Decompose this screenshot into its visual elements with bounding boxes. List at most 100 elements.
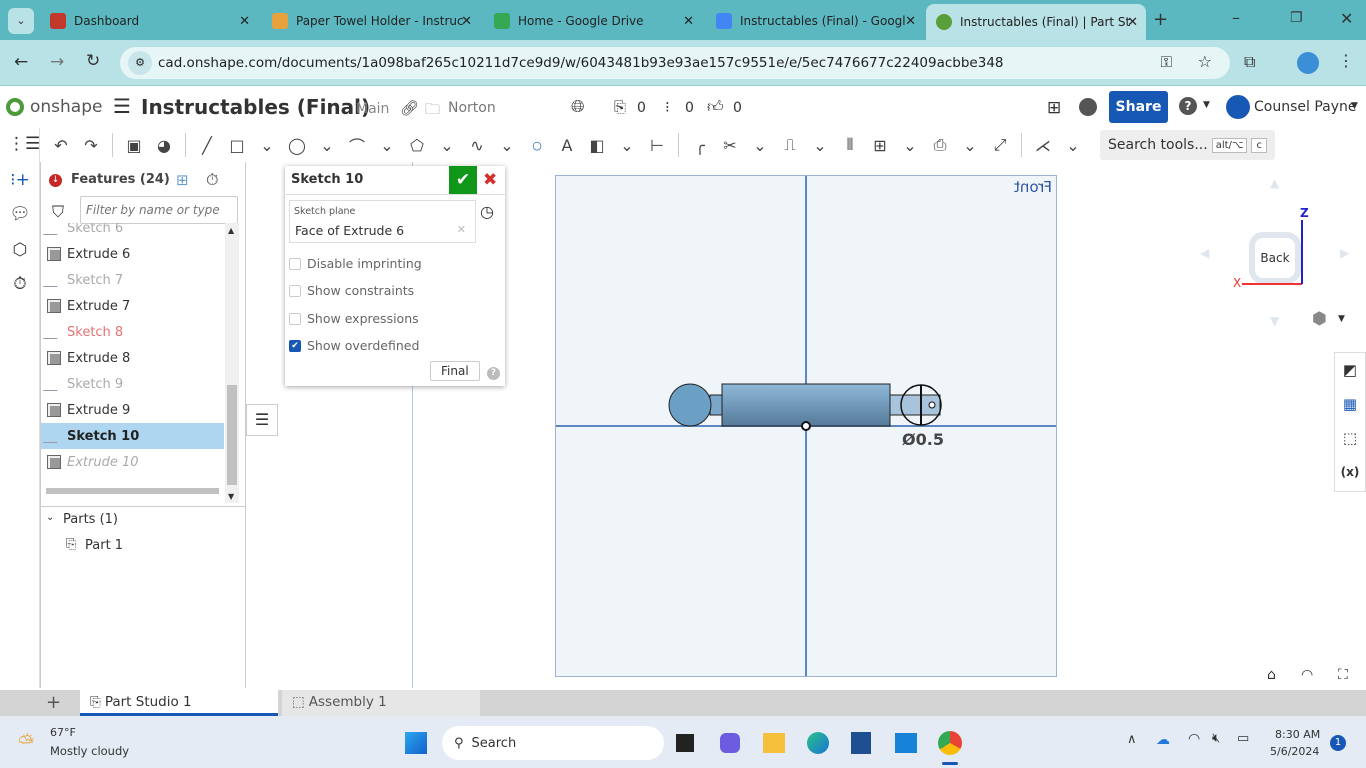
clock-time[interactable]: 8:30 AM [1275, 728, 1320, 741]
chevron-down-icon[interactable]: ⌄ [1060, 136, 1086, 155]
search-tools-input[interactable]: Search tools... alt/⌥ c [1100, 130, 1275, 160]
onshape-logo-text[interactable]: onshape [30, 97, 102, 117]
rotate-up-icon[interactable]: ▲ [1270, 176, 1279, 190]
sketch-plane-field[interactable]: Sketch plane Face of Extrude 6 ✕ [289, 200, 476, 243]
teams-icon[interactable] [720, 733, 740, 753]
chevron-down-icon[interactable]: ⌄ [374, 136, 400, 155]
browser-tab-active[interactable]: Instructables (Final) | Part St ✕ [926, 4, 1146, 40]
feature-item[interactable]: Extrude 8 [41, 345, 224, 371]
chrome-icon[interactable] [938, 731, 962, 755]
show-hidden-icons[interactable]: ∧ [1127, 732, 1137, 747]
edge-icon[interactable] [807, 732, 829, 754]
close-tab-icon[interactable]: ✕ [461, 14, 472, 29]
diameter-dimension[interactable]: Ø0.5 [902, 430, 944, 449]
view-mode-cube-icon[interactable]: ⬢ [1312, 309, 1327, 329]
taskbar-search[interactable]: ⚲ Search [442, 726, 664, 760]
minimize-icon[interactable]: – [1232, 8, 1240, 27]
circle-tool-icon[interactable]: ◯ [284, 136, 310, 155]
extrude-tool-icon[interactable]: ▣ [121, 136, 147, 155]
chevron-down-icon[interactable]: ⌄ [494, 136, 520, 155]
rotate-down-icon[interactable]: ▼ [1270, 314, 1279, 328]
browser-tab[interactable]: Paper Towel Holder - Instruc ✕ [262, 6, 480, 36]
restore-icon[interactable]: ❐ [1290, 10, 1303, 26]
chevron-down-icon[interactable]: ▼ [1351, 101, 1358, 111]
chevron-down-icon[interactable]: ▼ [1338, 314, 1345, 324]
app-store-icon[interactable]: ⊞ [1047, 98, 1061, 118]
show-constraints-checkbox[interactable]: Show constraints [289, 283, 414, 298]
appearance-icon[interactable]: ◩ [1335, 353, 1365, 387]
view-cube[interactable]: Back [1249, 232, 1301, 284]
cancel-x-button[interactable]: ✖ [483, 170, 497, 190]
mail-icon[interactable] [895, 733, 917, 753]
spline-tool-icon[interactable]: ∿ [464, 136, 490, 155]
chevron-down-icon[interactable]: ⌄ [46, 512, 54, 523]
tab-part-studio-1[interactable]: ⎘ Part Studio 1 [80, 690, 278, 716]
folder-name[interactable]: Norton [448, 100, 496, 116]
part-item[interactable]: Part 1 [85, 538, 123, 553]
undo-icon[interactable]: ↶ [48, 136, 74, 155]
close-window-icon[interactable]: ✕ [1340, 9, 1353, 28]
tab-assembly-1[interactable]: ⬚ Assembly 1 [282, 690, 480, 716]
workspace-branch[interactable]: Main [356, 101, 389, 117]
chevron-down-icon[interactable]: ▼ [1203, 100, 1210, 110]
feature-list-icon[interactable]: ⋮☰ [8, 134, 40, 158]
trim-tool-icon[interactable]: ✂ [717, 136, 743, 155]
help-icon[interactable]: ? [487, 367, 500, 380]
offset-tool-icon[interactable]: ⎍ [777, 135, 803, 155]
close-tab-icon[interactable]: ✕ [683, 14, 694, 29]
tab-search-button[interactable]: ⌄ [8, 8, 34, 34]
line-tool-icon[interactable]: ╱ [194, 136, 220, 155]
onedrive-icon[interactable]: ☁ [1156, 732, 1170, 748]
close-tab-icon[interactable]: ✕ [1127, 15, 1138, 30]
weather-temp[interactable]: 67°F [50, 726, 76, 739]
sketch-point[interactable] [928, 401, 936, 409]
globe-icon[interactable]: 🌐︎ [571, 97, 585, 117]
chevron-down-icon[interactable]: ⌄ [614, 136, 640, 155]
text-tool-icon[interactable]: A [554, 136, 580, 155]
accept-checkmark-button[interactable]: ✔ [449, 166, 477, 194]
chevron-down-icon[interactable]: ⌄ [957, 136, 983, 155]
feature-item[interactable]: Sketch 7 [41, 267, 224, 293]
final-button[interactable]: Final [430, 361, 480, 381]
insert-variable-icon[interactable]: ⁝+ [8, 170, 32, 194]
password-key-icon[interactable]: ⚿ [1161, 53, 1172, 71]
history-clock-icon[interactable]: ◷ [480, 202, 494, 221]
section-view-icon[interactable]: ⌂ [1267, 667, 1276, 683]
rotate-right-icon[interactable]: ▶ [1340, 246, 1349, 260]
clear-icon[interactable]: ✕ [457, 223, 466, 236]
feature-list-scrollbar[interactable]: ▲ ▼ [225, 223, 239, 503]
parts-properties-icon[interactable]: ⬡ [8, 240, 32, 264]
new-tab-icon[interactable]: + [1153, 9, 1168, 30]
fillet-tool-icon[interactable]: ╭ [687, 136, 713, 155]
like-icon[interactable]: 👍︎ [707, 97, 724, 117]
browser-tab[interactable]: Dashboard ✕ [40, 6, 258, 36]
filter-icon[interactable]: ⛉ [52, 202, 64, 222]
url-field[interactable]: ⚙ cad.onshape.com/documents/1a098baf265c… [120, 47, 1230, 79]
reload-icon[interactable]: ↻ [86, 51, 100, 71]
wifi-icon[interactable]: ◠ [1188, 731, 1200, 747]
branches-icon[interactable]: ⁝ [665, 98, 670, 116]
pattern-tool-icon[interactable]: ⊞ [867, 136, 893, 155]
site-info-icon[interactable]: ⚙ [128, 51, 152, 75]
task-view-icon[interactable] [676, 734, 694, 752]
clock-date[interactable]: 5/6/2024 [1270, 745, 1319, 758]
link-icon[interactable]: 🔗︎ [400, 99, 419, 117]
bill-of-materials-icon[interactable]: ▦ [1335, 387, 1365, 421]
feature-item[interactable]: Extrude 7 [41, 293, 224, 319]
feature-item[interactable]: Sketch 8 [41, 319, 224, 345]
performance-timer-icon[interactable]: ⏱︎ [8, 274, 32, 298]
chevron-down-icon[interactable]: ⌄ [434, 136, 460, 155]
extensions-icon[interactable]: ⧉ [1244, 52, 1255, 72]
transform-tool-icon[interactable]: ⤢ [987, 135, 1013, 155]
comments-icon[interactable]: 💬︎ [8, 204, 32, 228]
point-tool-icon[interactable]: ○ [524, 139, 550, 152]
share-button[interactable]: Share [1109, 91, 1168, 123]
start-button[interactable] [405, 732, 427, 754]
user-name[interactable]: Counsel Payne [1254, 99, 1357, 115]
add-folder-icon[interactable]: ⊞ [176, 171, 189, 189]
bookmark-star-icon[interactable]: ☆ [1198, 52, 1212, 71]
feature-list-toggle-icon[interactable]: ☰ [246, 404, 278, 436]
versions-icon[interactable]: ⎘ [614, 98, 626, 116]
feature-item[interactable]: Extrude 6 [41, 241, 224, 267]
feature-item[interactable]: Sketch 6 [41, 223, 224, 241]
